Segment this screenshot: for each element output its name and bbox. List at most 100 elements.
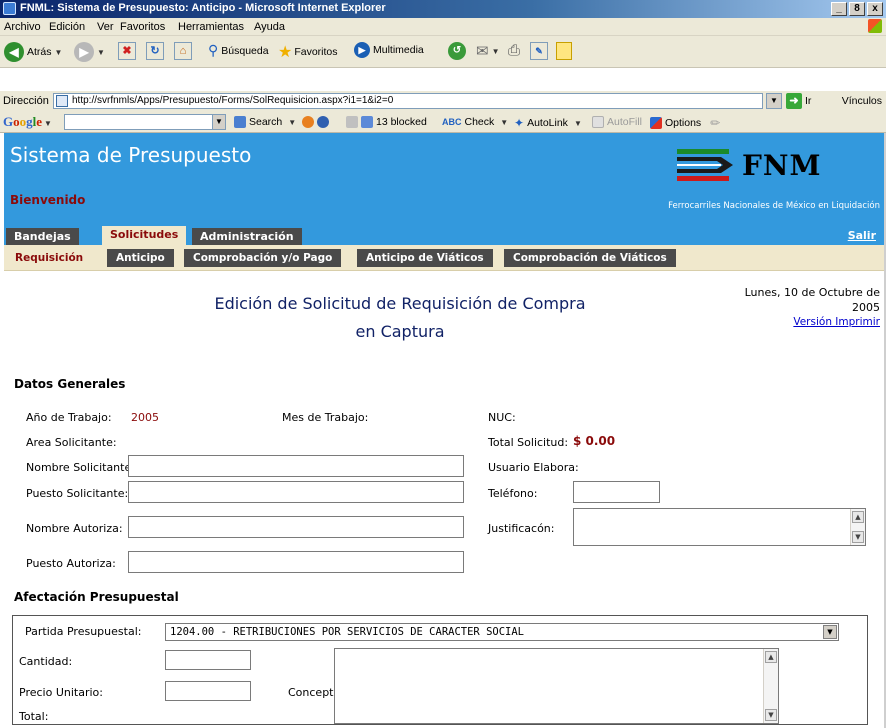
address-url: http://svrfnmls/Apps/Presupuesto/Forms/S… (72, 95, 394, 106)
back-arrow-icon: ◀ (4, 42, 24, 62)
menu-archivo[interactable]: Archivo (4, 21, 41, 33)
google-autolink-button[interactable]: ✦ AutoLink ▼ (514, 116, 582, 130)
budget-item-select[interactable]: 1204.00 - RETRIBUCIONES POR SERVICIOS DE… (165, 623, 839, 641)
refresh-icon: ↻ (146, 42, 164, 60)
print-button[interactable]: ⎙ (508, 42, 520, 59)
tab-bandejas[interactable]: Bandejas (6, 228, 79, 245)
links-button[interactable]: Vínculos (842, 95, 882, 107)
year-label: Año de Trabajo: (26, 411, 112, 424)
address-dropdown-icon[interactable]: ▼ (766, 93, 782, 109)
go-label: Ir (805, 95, 812, 107)
authorizer-post-field[interactable] (128, 551, 464, 573)
messenger-button[interactable] (556, 42, 572, 60)
tab-administracion[interactable]: Administración (192, 228, 302, 245)
stop-button[interactable]: ✖ (118, 42, 136, 60)
search-label: Búsqueda (221, 44, 269, 57)
subtab-requisicion[interactable]: Requisición (6, 249, 92, 267)
history-icon: ↺ (448, 42, 466, 60)
mail-button[interactable]: ✉ ▼ (476, 42, 500, 60)
history-button[interactable]: ↺ (448, 42, 466, 60)
sub-tabs: Requisición Anticipo Comprobación y/o Pa… (4, 245, 886, 271)
date-line-1: Lunes, 10 de Octubre de (744, 286, 880, 299)
subtab-comprobacion-pago[interactable]: Comprobación y/o Pago (184, 249, 342, 267)
menu-herramientas[interactable]: Herramientas (178, 21, 244, 33)
back-button[interactable]: ◀ Atrás ▼ (4, 42, 62, 62)
authorizer-name-field[interactable] (128, 516, 464, 538)
menu-ver[interactable]: Ver (97, 21, 114, 33)
search-button[interactable]: ⚲ Búsqueda (208, 42, 269, 59)
logout-link[interactable]: Salir (848, 229, 876, 242)
scroll-down-icon[interactable]: ▼ (852, 531, 864, 543)
google-pagerank-button[interactable] (302, 116, 329, 128)
google-search-input[interactable] (64, 114, 214, 130)
forward-arrow-icon: ▶ (74, 42, 94, 62)
menu-edicion[interactable]: Edición (49, 21, 85, 33)
phone-field[interactable] (573, 481, 660, 503)
justification-scrollbar[interactable]: ▲ ▼ (850, 509, 865, 545)
favorites-button[interactable]: ★ Favoritos (278, 42, 338, 62)
menu-favoritos[interactable]: Favoritos (120, 21, 165, 33)
go-button[interactable]: ➜ Ir (786, 93, 811, 109)
requester-name-field[interactable] (128, 455, 464, 477)
menu-bar: Archivo Edición Ver Favoritos Herramient… (0, 18, 886, 36)
google-search-button[interactable]: Search ▼ (234, 116, 296, 128)
subtab-anticipo-viaticos[interactable]: Anticipo de Viáticos (357, 249, 493, 267)
authorizer-post-label: Puesto Autoriza: (26, 557, 116, 570)
justification-textarea[interactable]: ▲ ▼ (573, 508, 866, 546)
scroll-down-icon[interactable]: ▼ (765, 709, 777, 721)
quantity-field[interactable] (165, 650, 251, 670)
address-input[interactable]: http://svrfnmls/Apps/Presupuesto/Forms/S… (53, 93, 763, 109)
minimize-button[interactable]: _ (831, 2, 847, 16)
requester-post-field[interactable] (128, 481, 464, 503)
edit-button[interactable]: ✎ (530, 42, 548, 60)
chevron-down-icon: ▼ (491, 46, 500, 56)
google-options-button[interactable]: Options ✏ (650, 116, 720, 130)
unit-price-field[interactable] (165, 681, 251, 701)
google-autofill-button[interactable]: AutoFill (592, 116, 642, 128)
requester-post-label: Puesto Solicitante: (26, 487, 129, 500)
window-title-bar: FNML: Sistema de Presupuesto: Anticipo -… (0, 0, 886, 18)
google-spellcheck-button[interactable]: ABC Check ▼ (442, 116, 508, 128)
requester-name-label: Nombre Solicitante: (26, 461, 135, 474)
page-icon (56, 95, 68, 107)
app-header: Sistema de Presupuesto Bienvenido FNM Fe… (4, 133, 886, 225)
google-search-dropdown-icon[interactable]: ▼ (212, 114, 226, 130)
maximize-button[interactable]: 8 (849, 2, 865, 16)
note-icon (556, 42, 572, 60)
popup-blocker-icon (361, 116, 373, 128)
forward-button[interactable]: ▶ ▼ (74, 42, 105, 62)
autolink-icon: ✦ (514, 116, 525, 130)
autolink-label: AutoLink (527, 117, 568, 129)
home-icon: ⌂ (174, 42, 192, 60)
multimedia-button[interactable]: ▶ Multimedia (354, 42, 424, 58)
multimedia-label: Multimedia (373, 44, 424, 56)
google-g-icon (234, 116, 246, 128)
budget-panel: Partida Presupuestal: 1204.00 - RETRIBUC… (12, 615, 868, 725)
autofill-label: AutoFill (607, 116, 643, 128)
subtab-comprobacion-viaticos[interactable]: Comprobación de Viáticos (504, 249, 676, 267)
menu-ayuda[interactable]: Ayuda (254, 21, 285, 33)
home-button[interactable]: ⌂ (174, 42, 192, 60)
concept-textarea[interactable]: ▲ ▼ (334, 648, 779, 724)
budget-total-label: Total: (19, 710, 49, 723)
scroll-up-icon[interactable]: ▲ (852, 511, 864, 523)
concept-scrollbar[interactable]: ▲ ▼ (763, 649, 778, 723)
back-label: Atrás (27, 46, 52, 58)
chevron-down-icon: ▼ (97, 47, 105, 57)
scroll-up-icon[interactable]: ▲ (765, 651, 777, 663)
subtab-anticipo[interactable]: Anticipo (107, 249, 174, 267)
refresh-button[interactable]: ↻ (146, 42, 164, 60)
options-icon (650, 117, 662, 129)
close-button[interactable]: x (867, 2, 883, 16)
favorites-label: Favoritos (294, 46, 338, 58)
chevron-down-icon[interactable]: ▼ (823, 625, 837, 639)
print-version-link[interactable]: Versión Imprimir (793, 316, 880, 328)
google-blocked-button[interactable]: 13 blocked (346, 116, 427, 128)
justification-label: Justificacón: (488, 522, 555, 535)
tab-solicitudes[interactable]: Solicitudes (102, 226, 187, 245)
month-label: Mes de Trabajo: (282, 411, 369, 424)
budget-item-value: 1204.00 - RETRIBUCIONES POR SERVICIOS DE… (170, 626, 525, 638)
google-logo[interactable]: Google ▼ (3, 114, 52, 130)
quantity-label: Cantidad: (19, 655, 73, 668)
address-label: Dirección (3, 95, 49, 107)
